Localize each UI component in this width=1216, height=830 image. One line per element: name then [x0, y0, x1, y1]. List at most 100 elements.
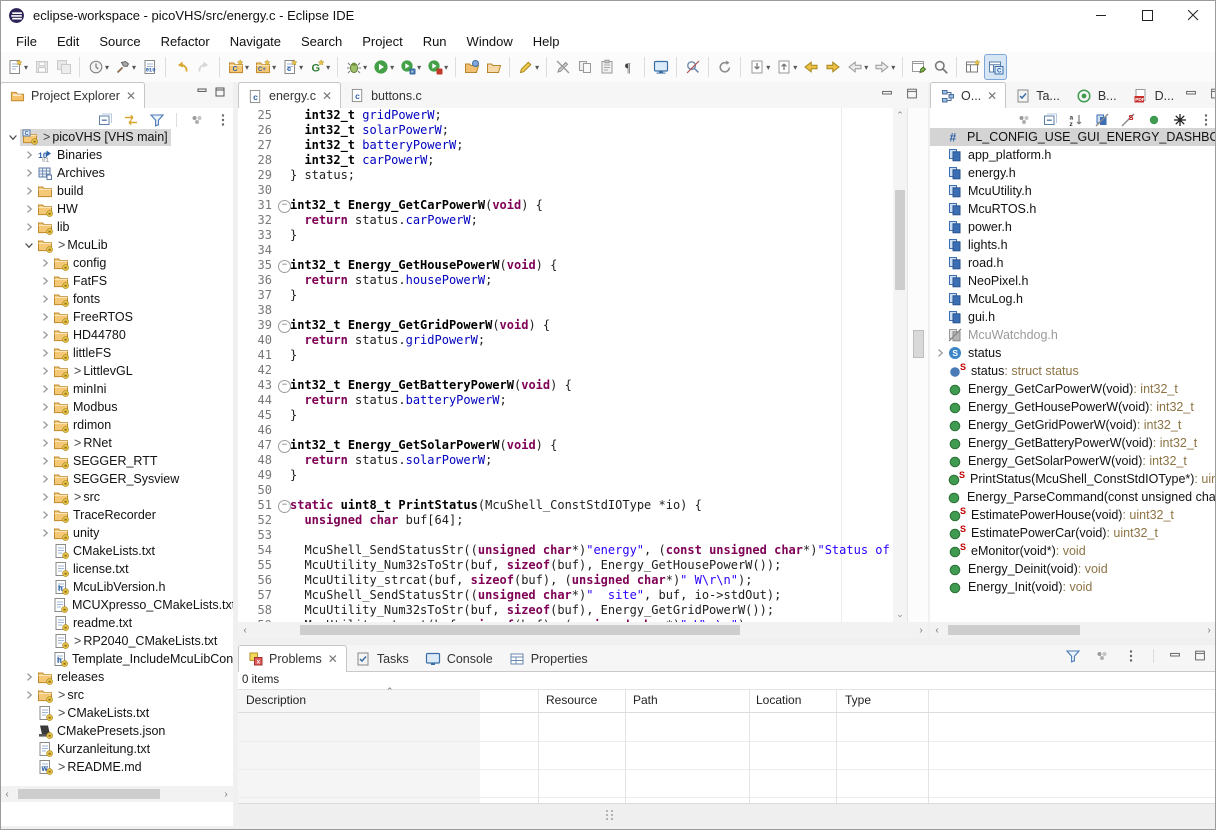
minimize-icon[interactable] — [878, 85, 895, 102]
view-menu-button[interactable] — [1195, 111, 1216, 129]
chevron-right-icon[interactable] — [38, 509, 52, 521]
outline-item[interactable]: lights.h — [930, 236, 1216, 254]
problems-bottom-scrollstrip[interactable] — [238, 803, 1216, 827]
view-dots-icon[interactable] — [1093, 648, 1110, 665]
outline-item[interactable]: road.h — [930, 254, 1216, 272]
pencil-off-button[interactable] — [552, 55, 573, 79]
nav-out-button[interactable]: ▾ — [773, 55, 799, 79]
build-hammer-button[interactable]: ▾ — [112, 55, 138, 79]
tree-item[interactable]: >LittlevGL — [0, 362, 233, 380]
debug-button[interactable]: ▾ — [343, 55, 369, 79]
tree-item[interactable]: SEGGER_RTT — [0, 452, 233, 470]
chevron-right-icon[interactable] — [38, 455, 52, 467]
scroll-up-icon[interactable]: ⌃ — [893, 108, 907, 121]
editor-vscrollbar[interactable]: ⌃ ⌄ — [893, 108, 907, 622]
last-edit-forward-button[interactable] — [822, 55, 843, 79]
outline-tab-0[interactable]: O...✕ — [930, 82, 1006, 109]
tree-item[interactable]: C>picoVHS [VHS main] — [0, 128, 233, 146]
chevron-right-icon[interactable] — [22, 221, 36, 233]
tree-item[interactable]: releases — [0, 668, 233, 686]
chevron-right-icon[interactable] — [38, 275, 52, 287]
tree-item[interactable]: >RP2040_CMakeLists.txt — [0, 632, 233, 650]
outline-list[interactable]: #PL_CONFIG_USE_GUI_ENERGY_DASHBOARDapp_p… — [930, 128, 1216, 622]
explorer-hscrollbar[interactable]: ‹ › — [0, 786, 233, 802]
tab-close-icon[interactable]: ✕ — [322, 89, 332, 103]
outline-item[interactable]: Energy_GetGridPowerW(void) : int32_t — [930, 416, 1216, 434]
minimize-button[interactable] — [1078, 0, 1124, 30]
new-c-file-button[interactable]: c▾ — [279, 55, 305, 79]
outline-item[interactable]: gui.h — [930, 308, 1216, 326]
chevron-right-icon[interactable] — [38, 329, 52, 341]
tree-item[interactable]: HW — [0, 200, 233, 218]
tree-item[interactable]: 1001Binaries — [0, 146, 233, 164]
chevron-right-icon[interactable] — [38, 383, 52, 395]
pin-editor-button[interactable] — [908, 55, 929, 79]
search-button[interactable] — [930, 55, 951, 79]
tree-item[interactable]: hTemplate_IncludeMcuLibConf — [0, 650, 233, 668]
editor-tab-1[interactable]: cbuttons.c — [341, 83, 430, 108]
scroll-down-icon[interactable]: ⌄ — [893, 609, 907, 620]
outline-item[interactable]: Energy_Init(void) : void — [930, 578, 1216, 596]
tree-item[interactable]: FreeRTOS — [0, 308, 233, 326]
collapse-all-button[interactable] — [94, 111, 115, 129]
menu-window[interactable]: Window — [457, 32, 523, 51]
problems-tab-0[interactable]: xProblems✕ — [238, 645, 347, 672]
column-header-type[interactable]: Type — [845, 693, 871, 707]
open-file-button[interactable] — [483, 55, 504, 79]
column-header-location[interactable]: Location — [756, 693, 801, 707]
cpp-perspective-button[interactable]: C — [984, 54, 1007, 80]
tree-item[interactable]: hMcuLibVersion.h — [0, 578, 233, 596]
outline-item[interactable]: Energy_Deinit(void) : void — [930, 560, 1216, 578]
clipboard-button[interactable] — [596, 55, 617, 79]
editor-hscroll-thumb[interactable] — [300, 625, 740, 635]
tree-item[interactable]: rdimon — [0, 416, 233, 434]
tree-item[interactable]: >CMakeLists.txt — [0, 704, 233, 722]
tree-item[interactable]: MCUXpresso_CMakeLists.txt — [0, 596, 233, 614]
tree-item[interactable]: >src — [0, 686, 233, 704]
menu-help[interactable]: Help — [523, 32, 570, 51]
menu-source[interactable]: Source — [89, 32, 150, 51]
menu-navigate[interactable]: Navigate — [220, 32, 291, 51]
explorer-maximize-icon[interactable] — [215, 84, 225, 102]
outline-item[interactable]: app_platform.h — [930, 146, 1216, 164]
nav-into-button[interactable]: ▾ — [746, 55, 772, 79]
outline-hscrollbar[interactable]: ‹ › — [930, 622, 1216, 638]
column-header-description[interactable]: Description — [246, 693, 306, 707]
overview-ruler[interactable] — [907, 108, 928, 622]
chevron-right-icon[interactable] — [22, 203, 36, 215]
outline-item[interactable]: SEstimatePowerCar(void) : uint32_t — [930, 524, 1216, 542]
column-header-path[interactable]: Path — [633, 693, 658, 707]
maximize-icon[interactable] — [1191, 648, 1208, 665]
open-project-button[interactable] — [461, 55, 482, 79]
run-button[interactable]: ▾ — [370, 55, 396, 79]
editor-tab-0[interactable]: cenergy.c✕ — [238, 82, 341, 109]
filter-button[interactable] — [1062, 647, 1083, 665]
save-button[interactable] — [31, 55, 52, 79]
outline-item[interactable]: Energy_GetCarPowerW(void) : int32_t — [930, 380, 1216, 398]
chevron-right-icon[interactable] — [38, 419, 52, 431]
chevron-down-icon[interactable] — [22, 239, 36, 251]
scroll-left-icon[interactable]: ‹ — [238, 625, 252, 636]
tab-project-explorer[interactable]: Project Explorer ✕ — [0, 82, 145, 109]
collapse-all-button[interactable] — [1039, 111, 1060, 129]
view-menu-button[interactable] — [1120, 647, 1141, 665]
chevron-right-icon[interactable] — [22, 671, 36, 683]
outline-tab-1[interactable]: Ta... — [1006, 83, 1068, 108]
chevron-right-icon[interactable] — [38, 257, 52, 269]
pilcrow-button[interactable]: ¶ — [618, 55, 639, 79]
tree-item[interactable]: license.txt — [0, 560, 233, 578]
splitter-grip-icon[interactable] — [606, 810, 614, 820]
view-dots-button[interactable] — [186, 111, 207, 129]
view-dots-button[interactable] — [1091, 647, 1112, 665]
explorer-minimize-icon[interactable] — [197, 84, 207, 102]
tree-item[interactable]: lib — [0, 218, 233, 236]
outline-item[interactable]: McuRTOS.h — [930, 200, 1216, 218]
filter-icon[interactable] — [1064, 648, 1081, 665]
explorer-tab-close-icon[interactable]: ✕ — [126, 89, 136, 103]
minimize-icon[interactable] — [1182, 85, 1199, 102]
view-menu-icon[interactable] — [1122, 648, 1139, 665]
tree-item[interactable]: config — [0, 254, 233, 272]
tree-item[interactable]: littleFS — [0, 344, 233, 362]
chevron-right-icon[interactable] — [22, 167, 36, 179]
maximize-icon[interactable] — [1207, 85, 1216, 102]
